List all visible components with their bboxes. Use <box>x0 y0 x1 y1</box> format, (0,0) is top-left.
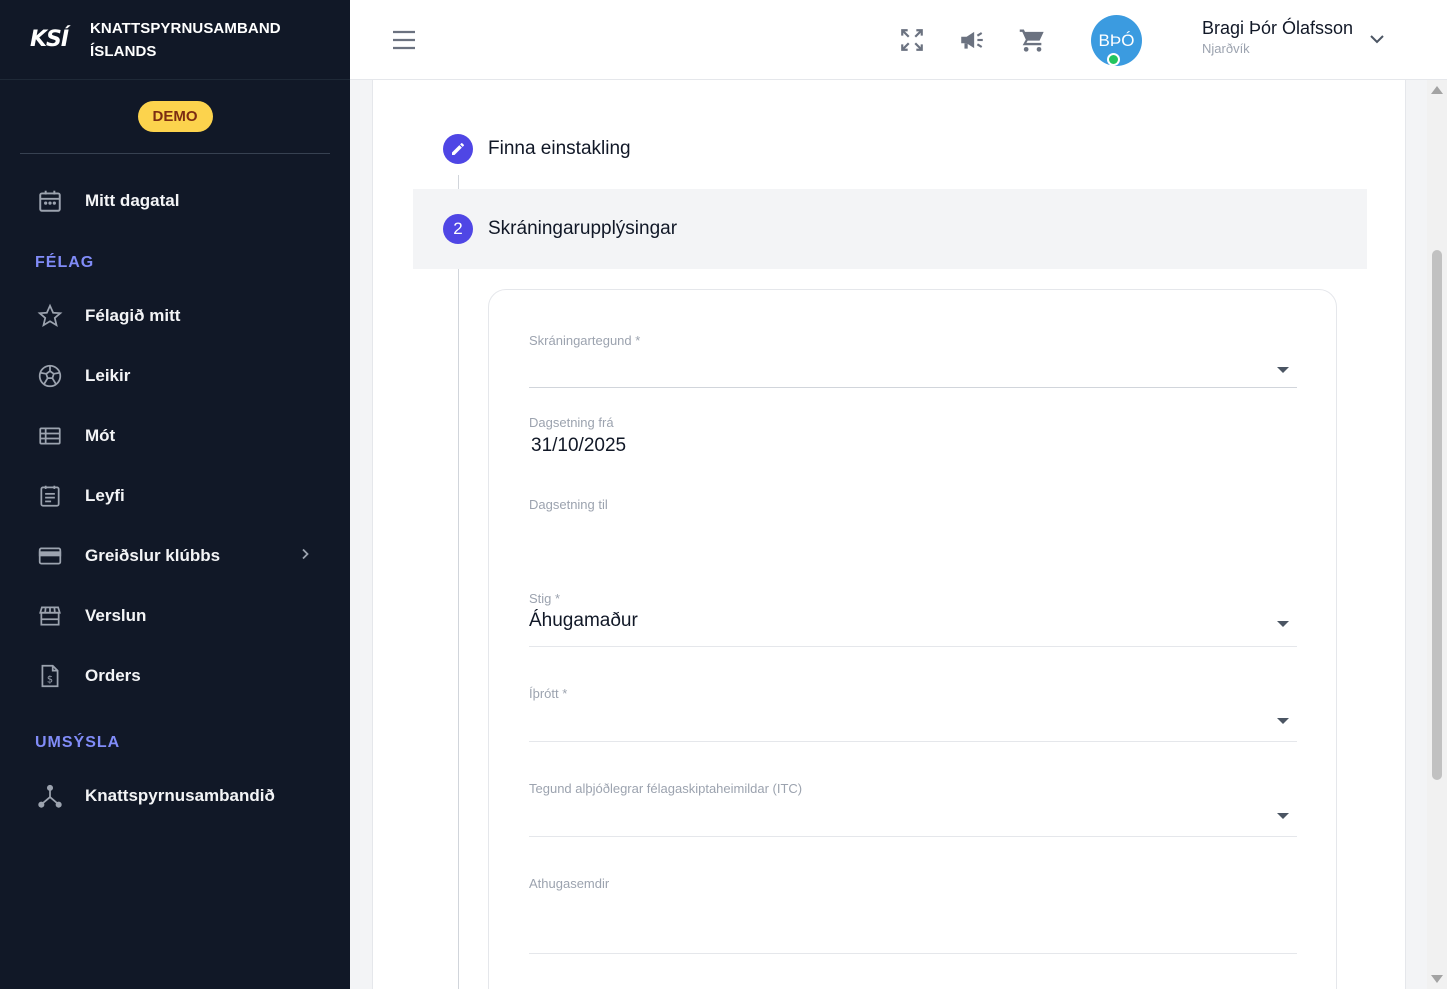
field-underline <box>529 741 1297 742</box>
field-label: Tegund alþjóðlegrar félagaskiptaheimilda… <box>529 781 803 796</box>
field-label: Dagsetning til <box>529 497 608 512</box>
sidebar-item-club-payments[interactable]: Greiðslur klúbbs <box>0 536 350 576</box>
megaphone-icon[interactable] <box>958 26 986 54</box>
brand-name-line2: ÍSLANDS <box>90 42 157 60</box>
step-connector <box>458 269 459 989</box>
level-select[interactable]: Stig * Áhugamaður <box>529 591 1297 647</box>
registration-form: Skráningartegund * Dagsetning frá 31/10/… <box>488 289 1337 989</box>
ksi-logo: KSÍ <box>30 27 69 52</box>
chevron-down-icon[interactable] <box>1368 30 1386 48</box>
field-label: Skráningartegund * <box>529 333 641 348</box>
sidebar-item-label: Leyfi <box>85 486 125 505</box>
invoice-icon: $ <box>36 662 64 690</box>
brand[interactable]: KSÍ KNATTSPYRNUSAMBAND ÍSLANDS <box>0 0 350 80</box>
sidebar-item-calendar[interactable]: Mitt dagatal <box>0 181 350 221</box>
registration-type-select[interactable]: Skráningartegund * <box>529 333 1297 389</box>
star-icon <box>36 302 64 330</box>
sidebar-item-label: Mitt dagatal <box>85 191 180 210</box>
field-underline <box>529 953 1297 954</box>
caret-down-icon <box>1277 621 1289 627</box>
online-status-indicator <box>1107 53 1120 66</box>
field-underline <box>529 646 1297 647</box>
fullscreen-icon[interactable] <box>898 26 926 54</box>
brand-name: KNATTSPYRNUSAMBAND ÍSLANDS <box>90 17 281 63</box>
sidebar-item-store[interactable]: Verslun <box>0 596 350 636</box>
field-label: Íþrótt * <box>529 686 568 701</box>
date-to-field[interactable]: Dagsetning til <box>529 497 1297 553</box>
sidebar-item-label: Orders <box>85 666 141 685</box>
sidebar-item-federation[interactable]: Knattspyrnusambandið <box>0 776 350 816</box>
sidebar-item-my-club[interactable]: Félagið mitt <box>0 296 350 336</box>
sidebar-item-games[interactable]: Leikir <box>0 356 350 396</box>
remarks-textarea[interactable]: Athugasemdir <box>529 876 1297 956</box>
registration-card: Finna einstakling 2 Skráningarupplýsinga… <box>372 80 1406 989</box>
field-label: Athugasemdir <box>529 876 610 891</box>
section-title-felag: FÉLAG <box>35 254 95 271</box>
step-find-person[interactable]: Finna einstakling <box>413 109 1367 189</box>
svg-text:$: $ <box>47 675 53 686</box>
brand-name-line1: KNATTSPYRNUSAMBAND <box>90 19 281 37</box>
step-registration-info[interactable]: 2 Skráningarupplýsingar <box>413 189 1367 269</box>
pencil-icon <box>443 134 473 164</box>
field-value: 31/10/2025 <box>531 435 627 456</box>
sidebar: KSÍ KNATTSPYRNUSAMBAND ÍSLANDS DEMO Mitt… <box>0 0 350 989</box>
step-number: 2 <box>443 214 473 244</box>
step-label: Finna einstakling <box>488 138 631 159</box>
network-icon <box>36 782 64 810</box>
sidebar-item-label: Leikir <box>85 366 131 385</box>
step-label: Skráningarupplýsingar <box>488 218 678 239</box>
field-label: Stig * <box>529 591 561 606</box>
calendar-icon <box>36 187 64 215</box>
page-scrollbar[interactable] <box>1427 80 1447 989</box>
sidebar-item-tournaments[interactable]: Mót <box>0 416 350 456</box>
field-value: Áhugamaður <box>529 610 638 631</box>
sidebar-item-label: Knattspyrnusambandið <box>85 786 275 805</box>
store-icon <box>36 602 64 630</box>
sidebar-item-licenses[interactable]: Leyfi <box>0 476 350 516</box>
sport-select[interactable]: Íþrótt * <box>529 686 1297 742</box>
top-header: BÞÓ Bragi Þór Ólafsson Njarðvík <box>350 0 1447 80</box>
caret-down-icon <box>1277 718 1289 724</box>
scroll-up-arrow-icon[interactable] <box>1431 86 1443 94</box>
sidebar-item-label: Greiðslur klúbbs <box>85 546 221 565</box>
demo-badge: DEMO <box>137 101 213 132</box>
field-label: Dagsetning frá <box>529 415 614 430</box>
sidebar-item-orders[interactable]: $ Orders <box>0 656 350 696</box>
field-underline <box>529 836 1297 837</box>
field-underline <box>529 387 1297 388</box>
section-title-umsysla: UMSÝSLA <box>35 734 121 751</box>
menu-icon[interactable] <box>392 28 416 52</box>
cart-icon[interactable] <box>1018 26 1046 54</box>
document-icon <box>36 482 64 510</box>
sidebar-item-label: Mót <box>85 426 116 445</box>
itc-type-select[interactable]: Tegund alþjóðlegrar félagaskiptaheimilda… <box>529 781 1297 837</box>
user-club: Njarðvík <box>1202 41 1250 56</box>
soccer-ball-icon <box>36 362 64 390</box>
credit-card-icon <box>36 542 64 570</box>
caret-down-icon <box>1277 813 1289 819</box>
chevron-right-icon <box>300 547 310 565</box>
demo-wrap: DEMO <box>20 80 330 154</box>
list-icon <box>36 422 64 450</box>
user-name[interactable]: Bragi Þór Ólafsson <box>1202 18 1353 39</box>
scroll-down-arrow-icon[interactable] <box>1431 975 1443 983</box>
date-from-field[interactable]: Dagsetning frá 31/10/2025 <box>529 415 1297 471</box>
sidebar-item-label: Verslun <box>85 606 147 625</box>
caret-down-icon <box>1277 367 1289 373</box>
scrollbar-thumb[interactable] <box>1432 250 1442 780</box>
sidebar-item-label: Félagið mitt <box>85 306 181 325</box>
